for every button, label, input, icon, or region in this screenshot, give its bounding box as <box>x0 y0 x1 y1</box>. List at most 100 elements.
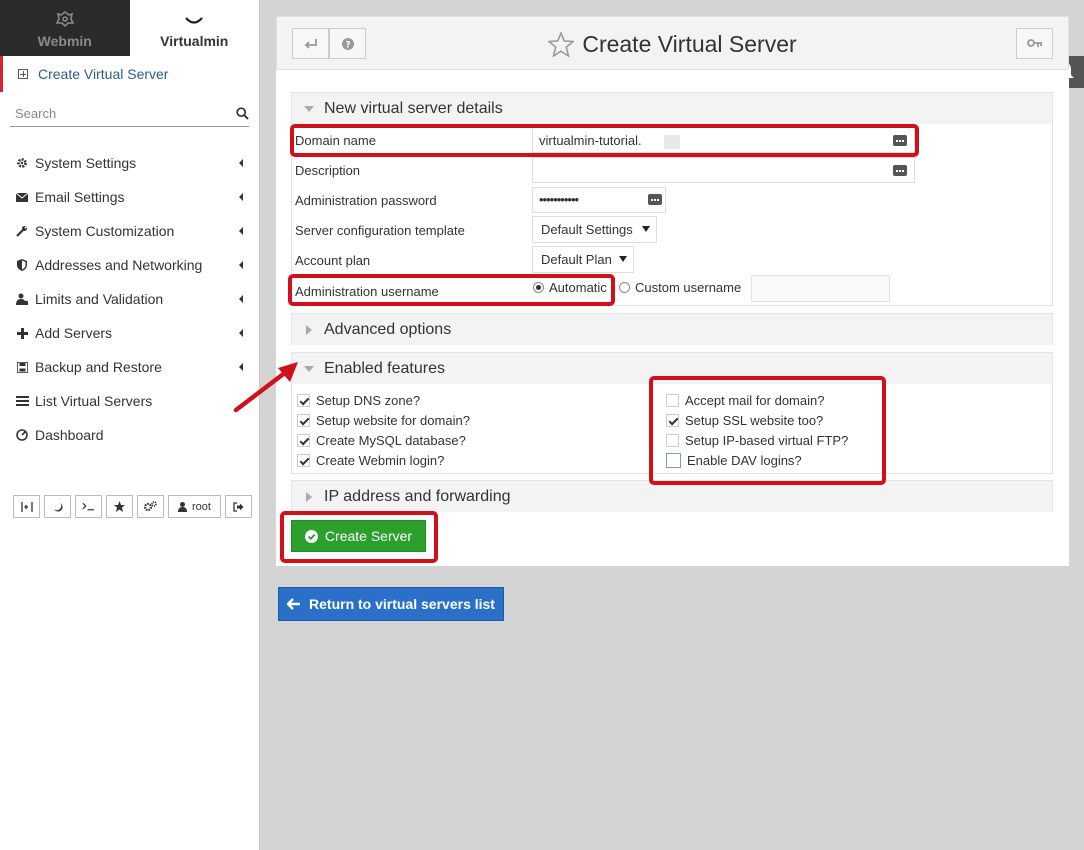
checkbox[interactable] <box>297 433 310 447</box>
create-server-button[interactable]: Create Server <box>291 520 426 552</box>
section-ip-forwarding: IP address and forwarding <box>291 480 1053 512</box>
sidebar-item-dashboard[interactable]: Dashboard <box>0 418 259 452</box>
check-circle-icon <box>304 529 318 543</box>
tab-virtualmin[interactable]: Virtualmin <box>129 0 259 56</box>
account-plan-select[interactable]: Default Plan <box>532 246 634 273</box>
key-icon <box>1026 38 1042 47</box>
more-options-icon[interactable] <box>648 194 662 205</box>
domain-name-field[interactable]: virtualmin-tutorial. <box>532 127 915 153</box>
sidebar-item-backup-restore[interactable]: Backup and Restore <box>0 350 259 384</box>
cursor-mark <box>664 135 680 149</box>
page-title: Create Virtual Server <box>582 30 797 57</box>
row-domain-name: Domain name virtualmin-tutorial. <box>292 125 1052 155</box>
main-panel: ? Create Virtual Server New virtual serv… <box>276 16 1069 566</box>
webmin-logo-icon <box>55 11 74 27</box>
username-automatic-label: Automatic <box>549 280 607 295</box>
triangle-right-icon <box>306 324 312 335</box>
sidebar-item-limits-validation[interactable]: Limits and Validation <box>0 282 259 316</box>
night-mode-button[interactable] <box>44 495 71 518</box>
dashboard-icon <box>15 428 29 442</box>
section-toggle-advanced[interactable]: Advanced options <box>292 314 1052 345</box>
triangle-down-icon <box>304 105 314 112</box>
feature-label: Setup DNS zone? <box>316 392 421 408</box>
row-account-plan: Account plan Default Plan <box>292 245 1052 275</box>
radio-custom[interactable] <box>619 282 630 293</box>
sidebar-item-label: Limits and Validation <box>35 291 164 307</box>
chevron-down-icon <box>185 17 204 24</box>
username-custom-option[interactable]: Custom username <box>619 280 741 295</box>
dropdown-arrow-icon <box>642 226 650 232</box>
return-label: Return to virtual servers list <box>309 596 495 612</box>
sidebar-item-system-customization[interactable]: System Customization <box>0 214 259 248</box>
admin-password-field[interactable]: ••••••••••• <box>532 187 666 213</box>
checkbox[interactable] <box>666 393 679 407</box>
more-options-icon[interactable] <box>893 135 907 146</box>
feature-dav-logins[interactable]: Enable DAV logins? <box>666 450 802 470</box>
feature-ip-ftp[interactable]: Setup IP-based virtual FTP? <box>666 430 848 450</box>
checkbox[interactable] <box>666 413 679 427</box>
sidebar-item-label: Dashboard <box>35 427 104 443</box>
favorites-button[interactable] <box>106 495 133 518</box>
arrow-left-icon <box>287 598 301 610</box>
feature-website[interactable]: Setup website for domain? <box>297 410 470 430</box>
tab-virtualmin-label: Virtualmin <box>160 33 229 49</box>
checkbox[interactable] <box>666 452 681 468</box>
collapse-sidebar-button[interactable] <box>13 495 40 518</box>
feature-label: Accept mail for domain? <box>685 392 825 408</box>
search-icon[interactable] <box>236 107 249 120</box>
feature-webmin-login[interactable]: Create Webmin login? <box>297 450 444 470</box>
feature-mysql[interactable]: Create MySQL database? <box>297 430 466 450</box>
return-to-list-button[interactable]: Return to virtual servers list <box>278 587 504 621</box>
sidebar-item-label: Email Settings <box>35 189 125 205</box>
section-toggle-features[interactable]: Enabled features <box>292 353 1052 384</box>
username-automatic-option[interactable]: Automatic <box>533 280 607 295</box>
feature-ssl-website[interactable]: Setup SSL website too? <box>666 410 823 430</box>
config-template-select[interactable]: Default Settings <box>532 216 657 243</box>
module-config-button[interactable] <box>1016 28 1053 59</box>
search-input[interactable] <box>10 106 210 121</box>
user-button[interactable]: root <box>168 495 221 518</box>
sidebar-item-system-settings[interactable]: System Settings <box>0 146 259 180</box>
wrench-icon <box>15 224 29 238</box>
user-icon <box>178 501 188 512</box>
sidebar-item-add-servers[interactable]: Add Servers <box>0 316 259 350</box>
sidebar-item-create-virtual-server[interactable]: Create Virtual Server <box>0 56 259 92</box>
admin-username-label: Administration username <box>295 284 439 299</box>
star-outline-icon[interactable] <box>548 31 575 57</box>
custom-username-input[interactable] <box>751 275 890 302</box>
sidebar-item-label: Backup and Restore <box>35 359 162 375</box>
user-lock-icon <box>15 292 29 306</box>
moon-icon <box>53 502 63 512</box>
sidebar-item-addresses-networking[interactable]: Addresses and Networking <box>0 248 259 282</box>
plus-square-icon <box>18 69 28 79</box>
tab-webmin[interactable]: Webmin <box>0 0 130 56</box>
caret-left-icon <box>239 159 243 167</box>
sidebar-item-label: Addresses and Networking <box>35 257 203 273</box>
description-field[interactable] <box>532 157 915 183</box>
feature-label: Setup IP-based virtual FTP? <box>685 432 849 448</box>
account-plan-value: Default Plan <box>541 252 612 267</box>
settings-button[interactable] <box>137 495 164 518</box>
gears-icon <box>144 501 157 512</box>
section-enabled-features: Enabled features Setup DNS zone? Setup w… <box>291 352 1053 474</box>
sidebar-item-label: System Customization <box>35 223 175 239</box>
terminal-button[interactable] <box>75 495 102 518</box>
sidebar-item-label: Create Virtual Server <box>38 66 169 82</box>
checkbox[interactable] <box>666 433 679 447</box>
logout-icon <box>233 501 244 512</box>
feature-accept-mail[interactable]: Accept mail for domain? <box>666 390 824 410</box>
tab-webmin-label: Webmin <box>37 33 92 49</box>
checkbox[interactable] <box>297 453 310 467</box>
radio-automatic[interactable] <box>533 282 544 293</box>
sidebar-item-list-virtual-servers[interactable]: List Virtual Servers <box>0 384 259 418</box>
section-toggle-ip[interactable]: IP address and forwarding <box>292 481 1052 512</box>
caret-left-icon <box>239 261 243 269</box>
sidebar-item-email-settings[interactable]: Email Settings <box>0 180 259 214</box>
logout-button[interactable] <box>225 495 252 518</box>
more-options-icon[interactable] <box>893 165 907 176</box>
admin-password-label: Administration password <box>295 192 437 208</box>
feature-dns-zone[interactable]: Setup DNS zone? <box>297 390 420 410</box>
domain-name-label: Domain name <box>295 132 376 148</box>
section-toggle-details[interactable]: New virtual server details <box>292 93 1052 124</box>
feature-label: Create Webmin login? <box>316 452 445 468</box>
